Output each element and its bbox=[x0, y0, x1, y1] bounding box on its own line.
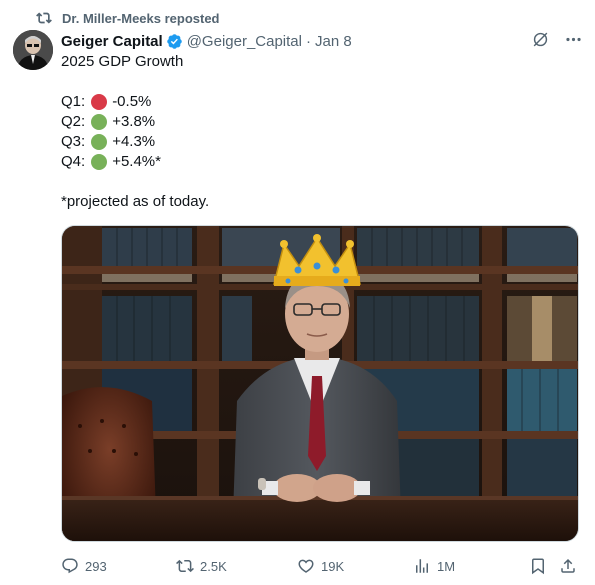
quarter-value: +4.3% bbox=[112, 133, 156, 150]
quarter-value: +5.4%* bbox=[112, 153, 161, 170]
more-options-icon[interactable] bbox=[564, 30, 583, 49]
repost-count: 2.5K bbox=[200, 558, 227, 574]
views-count: 1M bbox=[437, 558, 456, 574]
tweet-header: Geiger Capital @Geiger_Capital · Jan 8 bbox=[61, 30, 583, 52]
tweet-text: 2025 GDP Growth Q1: -0.5% Q2: +3.8% Q3: … bbox=[61, 52, 561, 212]
quarter-row-q4: Q4: +5.4%* bbox=[61, 152, 561, 172]
quarter-value: +3.8% bbox=[112, 113, 156, 130]
heart-icon bbox=[298, 559, 314, 573]
tweet-timestamp[interactable]: Jan 8 bbox=[315, 33, 352, 50]
bookmark-icon bbox=[532, 558, 544, 575]
repost-icon bbox=[36, 12, 52, 24]
avatar[interactable] bbox=[13, 30, 53, 70]
quarter-label: Q1: bbox=[61, 93, 86, 110]
like-button[interactable]: 19K bbox=[297, 555, 344, 577]
separator-dot: · bbox=[306, 32, 311, 50]
quarter-value: -0.5% bbox=[112, 93, 152, 110]
green-circle-icon bbox=[91, 114, 108, 130]
reply-count: 293 bbox=[85, 558, 107, 574]
repost-label: Dr. Miller-Meeks reposted bbox=[62, 10, 220, 26]
share-icon bbox=[561, 558, 575, 573]
reply-icon bbox=[62, 558, 78, 574]
author-display-name[interactable]: Geiger Capital bbox=[61, 33, 163, 50]
quarter-row-q1: Q1: -0.5% bbox=[61, 92, 561, 112]
tweet-media-image[interactable] bbox=[61, 225, 579, 542]
red-circle-icon bbox=[91, 94, 108, 110]
repost-icon bbox=[176, 559, 194, 573]
author-handle[interactable]: @Geiger_Capital bbox=[187, 33, 302, 50]
views-chart-icon bbox=[416, 559, 428, 573]
share-button[interactable] bbox=[559, 555, 577, 577]
tweet-action-bar: 293 2.5K 19K 1M bbox=[61, 555, 581, 577]
tweet-footnote: *projected as of today. bbox=[61, 193, 210, 210]
quarter-label: Q2: bbox=[61, 113, 86, 130]
quarter-row-q2: Q2: +3.8% bbox=[61, 112, 561, 132]
green-circle-icon bbox=[91, 154, 108, 170]
verified-badge-icon[interactable] bbox=[166, 33, 183, 50]
tweet-title: 2025 GDP Growth bbox=[61, 53, 184, 70]
repost-indicator[interactable]: Dr. Miller-Meeks reposted bbox=[36, 8, 220, 28]
quarter-row-q3: Q3: +4.3% bbox=[61, 132, 561, 152]
like-count: 19K bbox=[321, 558, 345, 574]
quarter-label: Q4: bbox=[61, 153, 86, 170]
repost-button[interactable]: 2.5K bbox=[176, 555, 227, 577]
green-circle-icon bbox=[91, 134, 108, 150]
views-button[interactable]: 1M bbox=[413, 555, 455, 577]
photo-man-at-desk-with-crown-icon bbox=[62, 226, 578, 541]
quarter-label: Q3: bbox=[61, 133, 86, 150]
grok-icon[interactable] bbox=[531, 30, 550, 49]
bookmark-button[interactable] bbox=[529, 555, 547, 577]
reply-button[interactable]: 293 bbox=[61, 555, 107, 577]
